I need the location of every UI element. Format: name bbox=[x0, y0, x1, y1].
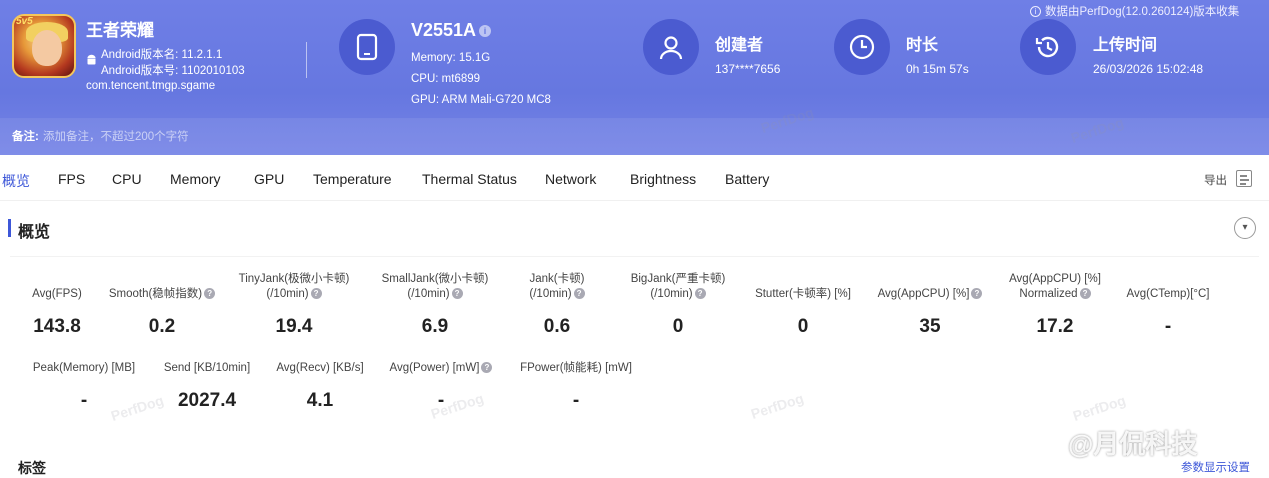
metric-value: 143.8 bbox=[33, 316, 81, 337]
export-button[interactable]: 导出 bbox=[1204, 172, 1227, 188]
clock-icon bbox=[834, 19, 890, 75]
metric-value: 17.2 bbox=[1036, 316, 1074, 337]
param-display-settings-link[interactable]: 参数显示设置 bbox=[1181, 459, 1250, 475]
tab-cpu[interactable]: CPU bbox=[112, 171, 142, 187]
device-name: V2551A i bbox=[411, 20, 492, 41]
android-icon bbox=[87, 54, 96, 65]
history-icon bbox=[1020, 19, 1076, 75]
tab-thermal-status[interactable]: Thermal Status bbox=[422, 171, 517, 187]
android-version-code: Android版本号: 1102010103 bbox=[101, 65, 245, 77]
metric-value: 4.1 bbox=[306, 390, 334, 411]
device-info-icon[interactable]: i bbox=[479, 25, 492, 38]
metric-value: - bbox=[572, 390, 580, 411]
creator-title: 创建者 bbox=[715, 37, 764, 54]
upload-time-value: 26/03/2026 15:02:48 bbox=[1093, 62, 1204, 76]
section-title: 概览 bbox=[18, 224, 51, 241]
metric-value: - bbox=[1164, 316, 1172, 337]
metric-label-text: FPower(帧能耗) [mW] bbox=[520, 362, 632, 374]
metric-value: 6.9 bbox=[421, 316, 449, 337]
metric-value: 0.6 bbox=[543, 316, 571, 337]
metric-label-text: Avg(Power) [mW] bbox=[389, 362, 480, 374]
tab-temperature[interactable]: Temperature bbox=[313, 171, 392, 187]
metric-label: BigJank(严重卡顿) bbox=[630, 273, 726, 285]
tab-battery[interactable]: Battery bbox=[725, 171, 769, 187]
device-icon bbox=[339, 19, 395, 75]
app-icon: 5v5 bbox=[12, 14, 76, 78]
metric-label: Avg(CTemp)[°C] bbox=[1068, 287, 1268, 302]
metric-label-text: (/10min) bbox=[529, 288, 572, 300]
device-memory: Memory: 15.1G bbox=[411, 52, 491, 64]
weibo-watermark: @月侃科技 bbox=[1068, 429, 1198, 459]
metric-value: 0 bbox=[797, 316, 809, 337]
metric-value: 0.2 bbox=[148, 316, 176, 337]
export-icon[interactable] bbox=[1236, 170, 1252, 187]
metric-label-text: (/10min) bbox=[650, 288, 693, 300]
metric-label-text: (/10min) bbox=[266, 288, 309, 300]
note-label: 备注: bbox=[12, 131, 39, 143]
tab-memory[interactable]: Memory bbox=[170, 171, 221, 187]
tab-network[interactable]: Network bbox=[545, 171, 596, 187]
data-source-note: i 数据由PerfDog(12.0.260124)版本收集 bbox=[1030, 3, 1239, 19]
metric-label: Avg(AppCPU) [%] bbox=[1009, 273, 1101, 285]
header-divider bbox=[306, 42, 307, 78]
metric-value: 35 bbox=[919, 316, 941, 337]
tab-fps[interactable]: FPS bbox=[58, 171, 85, 187]
package-name: com.tencent.tmgp.sgame bbox=[86, 80, 216, 92]
note-input[interactable]: 添加备注，不超过200个字符 bbox=[43, 128, 189, 144]
android-version-name: Android版本名: 11.2.1.1 bbox=[101, 49, 223, 61]
info-circle-icon: i bbox=[1030, 6, 1041, 18]
help-icon[interactable]: ? bbox=[310, 288, 322, 300]
tab-bar: 概览 FPS CPU Memory GPU Temperature Therma… bbox=[0, 155, 1269, 201]
metric-value: 19.4 bbox=[275, 316, 313, 337]
chevron-down-icon[interactable]: ▾ bbox=[1234, 217, 1256, 239]
device-gpu: GPU: ARM Mali-G720 MC8 bbox=[411, 94, 551, 106]
tags-title: 标签 bbox=[18, 460, 46, 476]
metric-label-text: (/10min) bbox=[407, 288, 450, 300]
hero-face bbox=[32, 30, 62, 66]
metric-label: FPower(帧能耗) [mW] bbox=[476, 361, 676, 376]
metric-value: 2027.4 bbox=[177, 390, 237, 411]
creator-value: 137****7656 bbox=[715, 62, 781, 76]
user-icon bbox=[643, 19, 699, 75]
section-accent-bar bbox=[8, 219, 11, 237]
metric-label-text: Avg(CTemp)[°C] bbox=[1126, 288, 1210, 300]
tab-gpu[interactable]: GPU bbox=[254, 171, 284, 187]
tab-overview[interactable]: 概览 bbox=[2, 171, 30, 191]
duration-value: 0h 15m 57s bbox=[906, 62, 969, 76]
app-icon-badge: 5v5 bbox=[16, 16, 33, 27]
app-name: 王者荣耀 bbox=[86, 21, 154, 40]
duration-title: 时长 bbox=[906, 37, 939, 54]
metric-label-text: Smooth(稳帧指数) bbox=[108, 288, 203, 300]
tab-brightness[interactable]: Brightness bbox=[630, 171, 696, 187]
metric-value: 0 bbox=[672, 316, 684, 337]
report-header: 5v5 王者荣耀 Android版本名: 11.2.1.1 Android版本号… bbox=[0, 0, 1269, 155]
upload-time-title: 上传时间 bbox=[1093, 37, 1158, 54]
device-cpu: CPU: mt6899 bbox=[411, 73, 481, 85]
